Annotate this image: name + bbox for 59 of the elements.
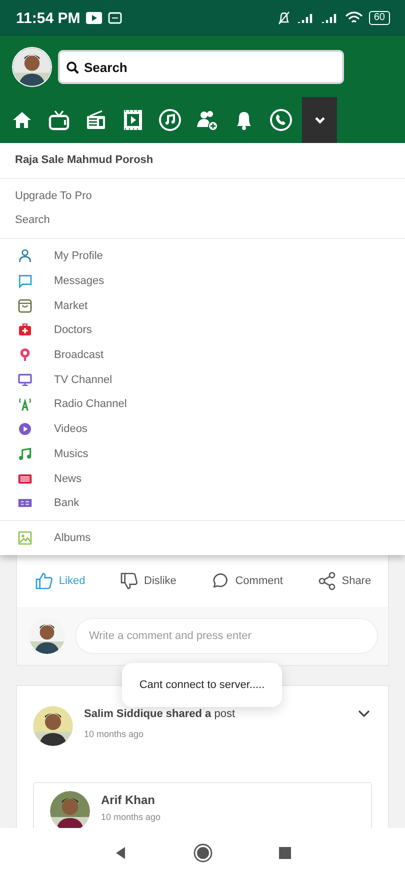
menu-item[interactable]: TV Channel <box>0 367 405 392</box>
menu-item-label: Radio Channel <box>54 398 127 410</box>
signal-icon <box>296 11 315 25</box>
menu-item-label: Broadcast <box>54 349 104 362</box>
menu-link[interactable]: Upgrade To Pro <box>0 184 405 208</box>
wifi-icon <box>344 11 363 25</box>
post-action-button[interactable]: Dislike <box>119 571 176 591</box>
menu-toggle-button[interactable] <box>302 97 337 143</box>
menu-item[interactable]: Broadcast <box>0 342 405 368</box>
battery-icon: 60 <box>368 11 390 25</box>
radio-icon[interactable] <box>84 108 108 132</box>
menu-item-label: Market <box>54 300 88 312</box>
menu-item-label: Messages <box>54 275 104 288</box>
menu-item-label: News <box>54 472 82 485</box>
author-name: Arif Khan <box>101 793 156 807</box>
post-action-button[interactable]: Liked <box>34 571 86 591</box>
menu-item-label: Musics <box>54 448 88 460</box>
user-name: Raja Sale Mahmud Porosh <box>14 153 154 168</box>
menu-item-label: Bank <box>54 497 80 510</box>
post-time: 10 months ago <box>84 729 145 739</box>
post-time: 10 months ago <box>101 812 161 822</box>
phone-icon[interactable] <box>269 108 293 132</box>
status-time: 11:54 PM <box>16 10 80 26</box>
menu-item[interactable]: Albums <box>0 520 405 555</box>
video-app-icon <box>86 11 102 25</box>
menu-item[interactable]: Musics <box>0 442 405 466</box>
post-action-button[interactable]: Share <box>316 571 372 591</box>
add-group-icon[interactable] <box>195 108 219 132</box>
notification-icon <box>108 11 122 25</box>
search-field[interactable]: Search <box>58 50 344 84</box>
menu-item[interactable]: News <box>0 466 405 491</box>
music-icon[interactable] <box>158 108 182 132</box>
home-button-icon[interactable] <box>192 843 212 863</box>
mute-icon <box>276 11 291 25</box>
menu-item-label: Videos <box>54 423 88 436</box>
menu-item[interactable]: Videos <box>0 416 405 442</box>
post-title: Salim Siddique shared a post <box>84 708 236 720</box>
menu-link[interactable]: Search <box>0 208 405 232</box>
thumbs-down-icon <box>119 571 140 591</box>
menu-item[interactable]: My Profile <box>0 244 405 269</box>
menu-item[interactable]: Market <box>0 293 405 318</box>
menu-item-label: Doctors <box>54 324 92 336</box>
menu-item[interactable]: Messages <box>0 268 405 294</box>
chevron-down-icon <box>314 115 326 125</box>
share-icon <box>316 571 337 591</box>
signal-icon <box>320 11 339 25</box>
film-icon[interactable] <box>121 108 145 132</box>
menu-item-label: Albums <box>54 532 91 544</box>
menu-item-label: My Profile <box>54 250 103 262</box>
thumbs-up-icon <box>34 571 54 591</box>
menu-item[interactable]: Doctors <box>0 318 405 343</box>
menu-item[interactable]: Radio Channel <box>0 392 405 417</box>
tv-icon[interactable] <box>47 108 71 132</box>
menu-item[interactable]: Bank <box>0 490 405 516</box>
comment-field[interactable]: Write a comment and press enter <box>75 618 378 654</box>
search-icon <box>66 61 79 74</box>
post-action-button[interactable]: Comment <box>210 571 283 591</box>
menu-item-label: TV Channel <box>54 374 112 386</box>
toast-message: Cant connect to server..... <box>122 663 282 707</box>
